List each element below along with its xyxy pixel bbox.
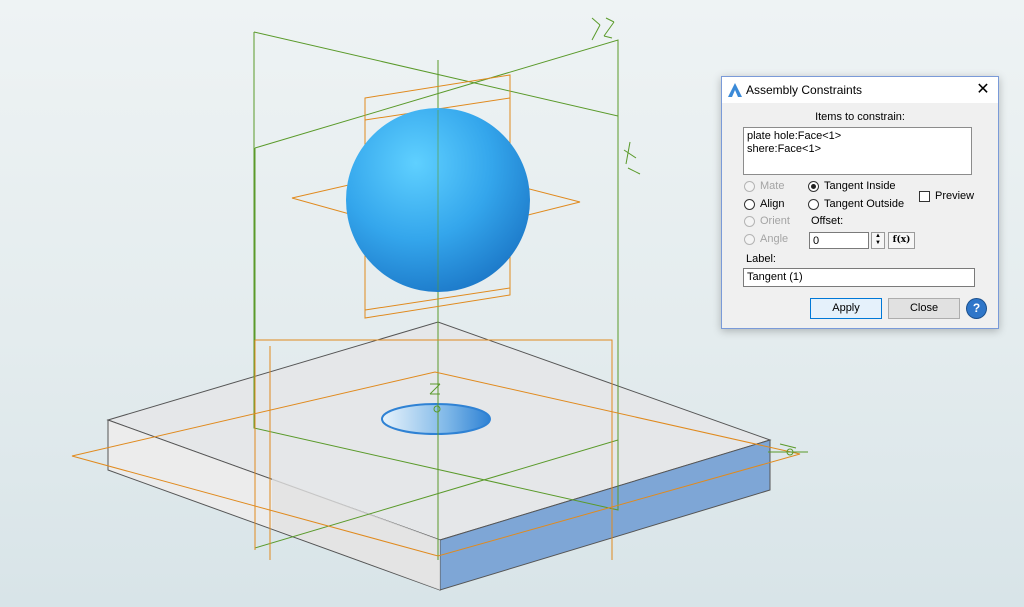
fx-button[interactable]: f(x) [888, 232, 915, 249]
plate-part[interactable] [106, 321, 772, 591]
x-axis-small-icon [768, 443, 808, 456]
assembly-constraints-dialog: Assembly Constraints ✕ Items to constrai… [721, 76, 999, 329]
align-label[interactable]: Align [760, 198, 784, 210]
items-to-constrain-label: Items to constrain: [815, 111, 905, 123]
align-option[interactable]: Align [744, 198, 784, 210]
label-input[interactable]: Tangent (1) [743, 268, 975, 287]
orient-label: Orient [760, 215, 790, 227]
offset-label: Offset: [811, 215, 844, 227]
preview-option[interactable]: Preview [919, 190, 974, 202]
app-logo-icon [728, 83, 742, 97]
tangent-outside-label[interactable]: Tangent Outside [824, 198, 904, 210]
tangent-inside-option[interactable]: Tangent Inside [808, 180, 896, 192]
offset-input[interactable] [809, 232, 869, 249]
mate-radio [744, 180, 755, 192]
list-item[interactable]: shere:Face<1> [747, 143, 968, 156]
x-axis-triad-icon [623, 141, 641, 175]
items-to-constrain-list[interactable]: plate hole:Face<1> shere:Face<1> [743, 127, 972, 175]
angle-radio [744, 233, 755, 245]
label-caption: Label: [746, 253, 776, 265]
dialog-title: Assembly Constraints [746, 83, 863, 97]
close-button[interactable]: Close [888, 298, 960, 319]
dialog-titlebar[interactable]: Assembly Constraints ✕ [722, 77, 998, 103]
tangent-inside-radio[interactable] [808, 180, 819, 192]
tangent-outside-radio[interactable] [808, 198, 819, 210]
preview-label[interactable]: Preview [935, 190, 974, 202]
angle-label: Angle [760, 233, 789, 245]
align-radio[interactable] [744, 198, 755, 210]
apply-button[interactable]: Apply [810, 298, 882, 319]
tangent-outside-option[interactable]: Tangent Outside [808, 198, 904, 210]
mate-option: Mate [744, 180, 784, 192]
y-axis-triad-icon [591, 17, 615, 41]
angle-option: Angle [744, 233, 788, 245]
close-icon[interactable]: ✕ [972, 79, 994, 101]
preview-checkbox[interactable] [919, 190, 930, 202]
mate-label: Mate [760, 180, 785, 192]
help-icon[interactable]: ? [967, 299, 986, 318]
orient-option: Orient [744, 215, 790, 227]
plate-hole[interactable] [381, 403, 491, 435]
tangent-inside-label[interactable]: Tangent Inside [824, 180, 896, 192]
offset-spinner[interactable]: ▲ ▼ [871, 232, 885, 249]
orient-radio [744, 215, 755, 227]
spin-down-icon[interactable]: ▼ [872, 240, 884, 247]
list-item[interactable]: plate hole:Face<1> [747, 130, 968, 143]
spin-up-icon[interactable]: ▲ [872, 233, 884, 240]
